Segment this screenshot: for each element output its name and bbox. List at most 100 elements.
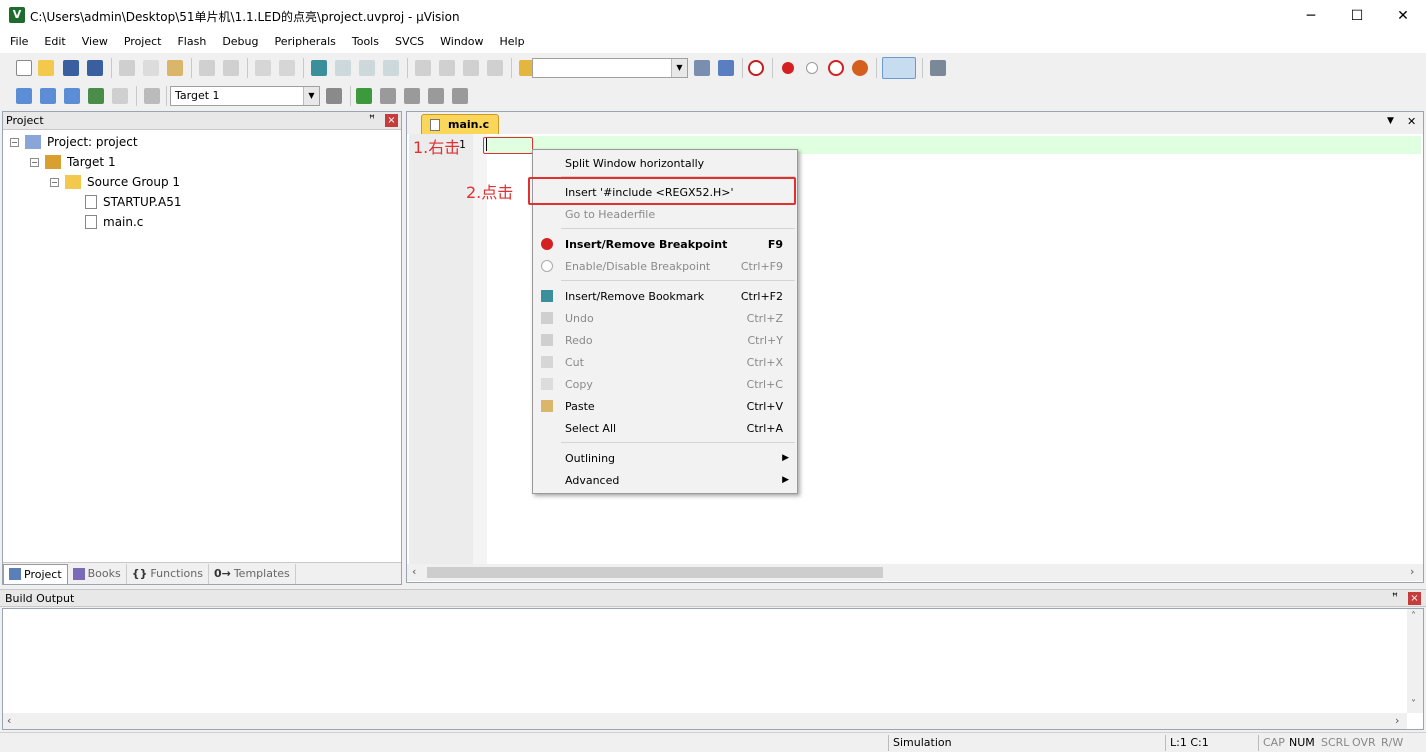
tree-project-root[interactable]: − Project: project [10, 132, 138, 152]
stop-build-icon[interactable] [112, 88, 128, 104]
editor-hscrollbar[interactable]: ‹ › [407, 564, 1423, 581]
nav-forward-icon[interactable] [279, 60, 295, 76]
tree-target[interactable]: − Target 1 [30, 152, 116, 172]
menu-split-window[interactable]: Split Window horizontally [535, 152, 795, 174]
menu-select-all[interactable]: Select All Ctrl+A [535, 417, 795, 439]
tree-file-startup[interactable]: STARTUP.A51 [85, 192, 181, 212]
close-icon[interactable]: × [385, 114, 398, 127]
menu-edit[interactable]: Edit [36, 31, 73, 53]
indent-icon[interactable] [415, 60, 431, 76]
close-tab-icon[interactable]: ✕ [1407, 115, 1416, 128]
pin-icon[interactable]: ꟸ [369, 114, 375, 125]
cut-icon[interactable] [119, 60, 135, 76]
select-packs-icon[interactable] [380, 88, 396, 104]
collapse-icon[interactable]: − [30, 157, 39, 167]
build-vscrollbar[interactable]: ˄ ˅ [1407, 609, 1423, 713]
open-folder-icon[interactable] [38, 60, 54, 76]
find-icon[interactable] [694, 60, 710, 76]
tree-file-main[interactable]: main.c [85, 212, 143, 232]
batch-build-icon[interactable] [88, 88, 104, 104]
menu-redo[interactable]: Redo Ctrl+Y [535, 329, 795, 351]
chevron-down-icon[interactable]: ▼ [303, 87, 319, 105]
close-icon[interactable]: × [1408, 592, 1421, 605]
kill-all-breakpoints-icon[interactable] [852, 60, 868, 76]
incremental-find-icon[interactable] [718, 60, 734, 76]
menu-window[interactable]: Window [432, 31, 491, 53]
bookmark-icon[interactable] [311, 60, 327, 76]
scroll-right-icon[interactable]: › [1410, 565, 1414, 578]
target-select[interactable]: Target 1 ▼ [170, 86, 320, 106]
chevron-down-icon[interactable]: ▼ [671, 59, 687, 77]
collapse-icon[interactable]: − [50, 177, 59, 187]
tab-functions[interactable]: {} Functions [127, 563, 209, 584]
scroll-left-icon[interactable]: ‹ [7, 714, 11, 727]
nav-back-icon[interactable] [255, 60, 271, 76]
menu-file[interactable]: File [2, 31, 36, 53]
enable-breakpoint-icon[interactable] [806, 62, 818, 74]
target-options-icon[interactable] [326, 88, 342, 104]
menu-insert-remove-breakpoint[interactable]: Insert/Remove Breakpoint F9 [535, 233, 795, 255]
build-hscrollbar[interactable]: ‹ › [3, 713, 1407, 729]
menu-project[interactable]: Project [116, 31, 170, 53]
undo-icon[interactable] [199, 60, 215, 76]
manage-components-icon[interactable] [356, 88, 372, 104]
menu-undo[interactable]: Undo Ctrl+Z [535, 307, 795, 329]
multi-project-icon[interactable] [452, 88, 468, 104]
new-file-icon[interactable] [16, 60, 32, 76]
menu-outlining[interactable]: Outlining ▶ [535, 447, 795, 469]
menu-view[interactable]: View [74, 31, 116, 53]
menu-svcs[interactable]: SVCS [387, 31, 432, 53]
redo-icon[interactable] [223, 60, 239, 76]
menu-paste[interactable]: Paste Ctrl+V [535, 395, 795, 417]
menu-flash[interactable]: Flash [169, 31, 214, 53]
save-icon[interactable] [63, 60, 79, 76]
scroll-up-icon[interactable]: ˄ [1411, 611, 1416, 622]
window-layout-icon[interactable] [882, 57, 916, 79]
comment-icon[interactable] [463, 60, 479, 76]
menu-copy[interactable]: Copy Ctrl+C [535, 373, 795, 395]
save-all-icon[interactable] [87, 60, 103, 76]
tab-books[interactable]: Books [68, 563, 127, 584]
menu-advanced[interactable]: Advanced ▶ [535, 469, 795, 491]
download-icon[interactable] [144, 88, 160, 104]
translate-icon[interactable] [16, 88, 32, 104]
pin-icon[interactable]: ꟸ [1392, 592, 1398, 603]
menu-enable-disable-breakpoint[interactable]: Enable/Disable Breakpoint Ctrl+F9 [535, 255, 795, 277]
find-combo[interactable]: ▼ [532, 58, 688, 78]
menu-tools[interactable]: Tools [344, 31, 387, 53]
unindent-icon[interactable] [439, 60, 455, 76]
paste-icon[interactable] [167, 60, 183, 76]
maximize-button[interactable]: ☐ [1334, 0, 1380, 31]
build-icon[interactable] [40, 88, 56, 104]
run-time-env-icon[interactable] [404, 88, 420, 104]
configure-icon[interactable] [930, 60, 946, 76]
breakpoint-icon[interactable] [782, 62, 794, 74]
scroll-thumb[interactable] [427, 567, 883, 578]
tree-source-group[interactable]: − Source Group 1 [50, 172, 180, 192]
menu-go-to-headerfile[interactable]: Go to Headerfile [535, 203, 795, 225]
pack-installer-icon[interactable] [428, 88, 444, 104]
prev-bookmark-icon[interactable] [335, 60, 351, 76]
menu-peripherals[interactable]: Peripherals [267, 31, 344, 53]
tab-project[interactable]: Project [3, 563, 68, 584]
menu-help[interactable]: Help [492, 31, 533, 53]
disable-all-breakpoints-icon[interactable] [828, 60, 844, 76]
collapse-icon[interactable]: − [10, 137, 19, 147]
build-output-area[interactable]: ˄ ˅ ‹ › [2, 608, 1424, 730]
scroll-right-icon[interactable]: › [1395, 714, 1399, 727]
clear-bookmarks-icon[interactable] [383, 60, 399, 76]
rebuild-icon[interactable] [64, 88, 80, 104]
menu-cut[interactable]: Cut Ctrl+X [535, 351, 795, 373]
next-bookmark-icon[interactable] [359, 60, 375, 76]
start-debug-icon[interactable] [748, 60, 764, 76]
scroll-left-icon[interactable]: ‹ [412, 565, 416, 578]
close-button[interactable]: ✕ [1380, 0, 1426, 31]
menu-insert-remove-bookmark[interactable]: Insert/Remove Bookmark Ctrl+F2 [535, 285, 795, 307]
tab-main-c[interactable]: main.c [421, 114, 499, 134]
minimize-button[interactable]: ─ [1288, 0, 1334, 31]
copy-icon[interactable] [143, 60, 159, 76]
uncomment-icon[interactable] [487, 60, 503, 76]
menu-debug[interactable]: Debug [214, 31, 266, 53]
scroll-down-icon[interactable]: ˅ [1411, 699, 1416, 710]
tab-templates[interactable]: 0→ Templates [209, 563, 296, 584]
